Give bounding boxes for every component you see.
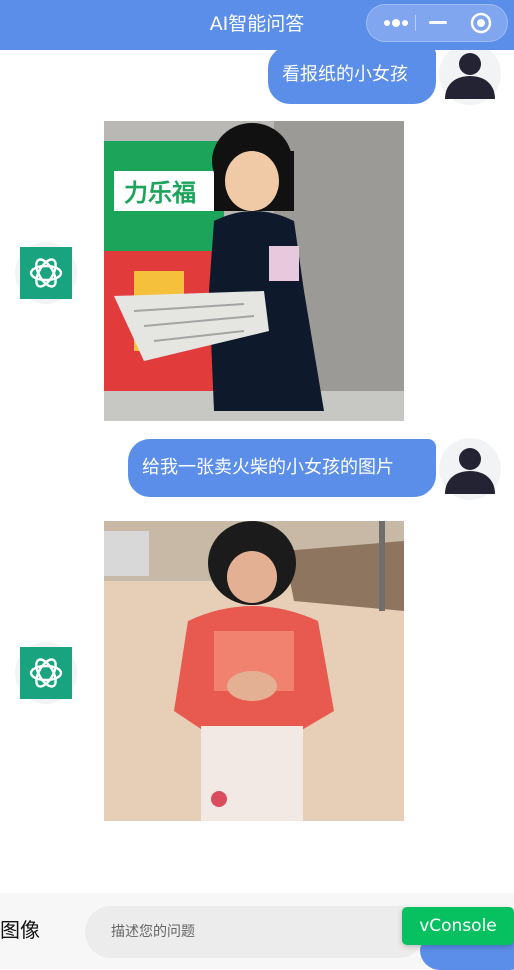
user-message-bubble: 看报纸的小女孩 — [268, 46, 436, 104]
user-message-bubble: 给我一张卖火柴的小女孩的图片 — [128, 439, 436, 497]
ai-avatar-wrapper — [15, 242, 77, 304]
title-bar: AI智能问答 — [0, 0, 514, 50]
girl-in-red-jacket-image — [104, 521, 404, 821]
mini-program-capsule — [366, 4, 508, 42]
question-input[interactable] — [85, 906, 425, 958]
more-button[interactable] — [371, 5, 417, 41]
target-circle-icon — [470, 12, 492, 34]
close-button[interactable] — [459, 5, 505, 41]
ellipsis-icon — [384, 19, 408, 27]
minimize-icon — [429, 21, 447, 24]
ai-avatar — [20, 247, 72, 299]
svg-text:力乐福: 力乐福 — [124, 179, 196, 207]
vconsole-button[interactable]: vConsole — [402, 907, 514, 945]
openai-logo-icon — [29, 658, 63, 688]
ai-avatar-wrapper — [15, 642, 77, 704]
mode-label[interactable]: 图像 — [0, 914, 40, 943]
user-avatar-icon — [445, 53, 495, 99]
ai-avatar — [20, 647, 72, 699]
generated-image[interactable]: 力乐福 — [104, 121, 404, 421]
user-avatar — [439, 438, 501, 500]
generated-image[interactable] — [104, 521, 404, 821]
user-avatar — [439, 43, 501, 105]
girl-reading-newspaper-image: 力乐福 — [104, 121, 404, 421]
user-avatar-icon — [445, 448, 495, 494]
minimize-button[interactable] — [415, 5, 461, 41]
openai-logo-icon — [29, 258, 63, 288]
